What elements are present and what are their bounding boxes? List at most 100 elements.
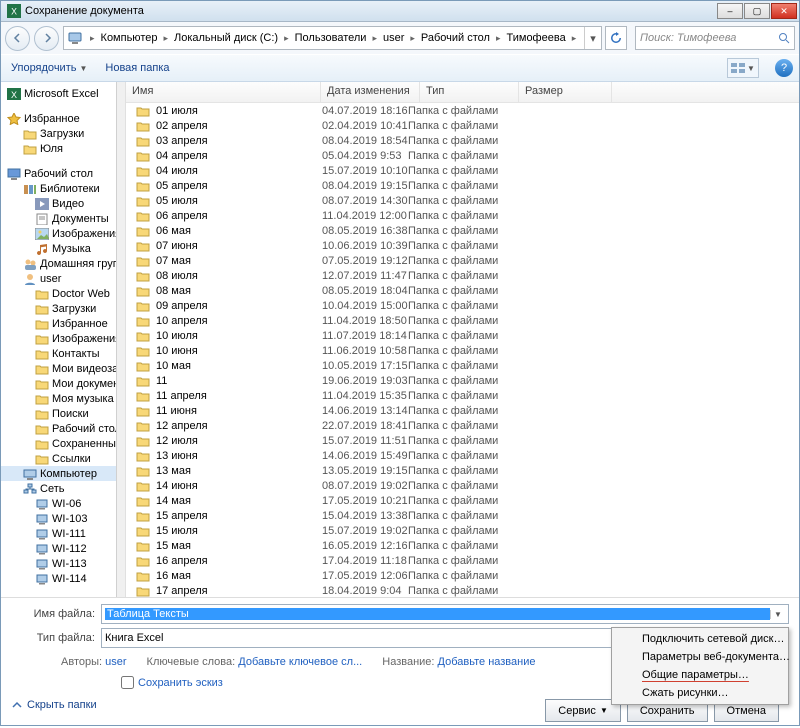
sidebar-item[interactable]: Сеть (1, 481, 125, 496)
keywords-value[interactable]: Добавьте ключевое сл... (238, 656, 362, 668)
col-size[interactable]: Размер (519, 82, 612, 102)
sidebar-item[interactable]: Музыка (1, 241, 125, 256)
forward-button[interactable] (34, 26, 59, 51)
help-button[interactable]: ? (775, 59, 793, 77)
chevron-down-icon[interactable]: ▼ (770, 610, 785, 619)
back-button[interactable] (5, 26, 30, 51)
sidebar-item[interactable]: Изображения (1, 226, 125, 241)
sidebar-item[interactable]: WI-103 (1, 511, 125, 526)
folder-row[interactable]: 07 мая07.05.2019 19:12Папка с файлами (126, 253, 799, 268)
folder-row[interactable]: 11 июня14.06.2019 13:14Папка с файлами (126, 403, 799, 418)
folder-row[interactable]: 10 мая10.05.2019 17:15Папка с файлами (126, 358, 799, 373)
minimize-button[interactable]: – (717, 3, 743, 19)
folder-row[interactable]: 13 июня14.06.2019 15:49Папка с файлами (126, 448, 799, 463)
save-thumbnail-checkbox[interactable] (121, 676, 134, 689)
sidebar-item[interactable]: Мои документы (1, 376, 125, 391)
folder-row[interactable]: 15 мая16.05.2019 12:16Папка с файлами (126, 538, 799, 553)
sidebar-item[interactable]: WI-111 (1, 526, 125, 541)
folder-row[interactable]: 05 июля08.07.2019 14:30Папка с файлами (126, 193, 799, 208)
sidebar-item[interactable]: Видео (1, 196, 125, 211)
sidebar-item[interactable]: Юля (1, 141, 125, 156)
folder-row[interactable]: 15 апреля15.04.2019 13:38Папка с файлами (126, 508, 799, 523)
folder-row[interactable]: 10 июня11.06.2019 10:58Папка с файлами (126, 343, 799, 358)
sidebar-item[interactable]: Рабочий стол (1, 421, 125, 436)
folder-row[interactable]: 08 июля12.07.2019 11:47Папка с файлами (126, 268, 799, 283)
folder-row[interactable]: 15 июля15.07.2019 19:02Папка с файлами (126, 523, 799, 538)
breadcrumb-item[interactable]: Рабочий стол (419, 32, 492, 44)
sidebar-item[interactable]: Моя музыка (1, 391, 125, 406)
folder-row[interactable]: 06 апреля11.04.2019 12:00Папка с файлами (126, 208, 799, 223)
context-menu-item[interactable]: Общие параметры… (614, 666, 786, 684)
sidebar-item[interactable]: Контакты (1, 346, 125, 361)
doctitle-value[interactable]: Добавьте название (438, 656, 536, 668)
sidebar-item[interactable]: Избранное (1, 111, 125, 126)
maximize-button[interactable]: ▢ (744, 3, 770, 19)
search-input[interactable]: Поиск: Тимофеева (635, 26, 795, 50)
breadcrumb-item[interactable]: user (381, 32, 406, 44)
sidebar-item[interactable]: user (1, 271, 125, 286)
sidebar-item[interactable]: Doctor Web (1, 286, 125, 301)
folder-row[interactable]: 04 апреля05.04.2019 9:53Папка с файлами (126, 148, 799, 163)
sidebar-item[interactable]: Изображения (1, 331, 125, 346)
folder-row[interactable]: 13 мая13.05.2019 19:15Папка с файлами (126, 463, 799, 478)
folder-row[interactable]: 08 мая08.05.2019 18:04Папка с файлами (126, 283, 799, 298)
col-type[interactable]: Тип (420, 82, 519, 102)
folder-row[interactable]: 1119.06.2019 19:03Папка с файлами (126, 373, 799, 388)
folder-row[interactable]: 03 апреля08.04.2019 18:54Папка с файлами (126, 133, 799, 148)
folder-row[interactable]: 06 мая08.05.2019 16:38Папка с файлами (126, 223, 799, 238)
col-date[interactable]: Дата изменения (321, 82, 420, 102)
sidebar-scrollbar[interactable] (116, 82, 125, 597)
folder-row[interactable]: 12 июля15.07.2019 11:51Папка с файлами (126, 433, 799, 448)
hide-panes-button[interactable]: Скрыть папки (11, 699, 97, 711)
sidebar-item[interactable]: Мои видеозапи (1, 361, 125, 376)
folder-row[interactable]: 16 мая17.05.2019 12:06Папка с файлами (126, 568, 799, 583)
sidebar-item[interactable]: Загрузки (1, 126, 125, 141)
folder-row[interactable]: 04 июля15.07.2019 10:10Папка с файлами (126, 163, 799, 178)
sidebar-item[interactable]: WI-113 (1, 556, 125, 571)
folder-row[interactable]: 14 мая17.05.2019 10:21Папка с файлами (126, 493, 799, 508)
sidebar-item[interactable]: Рабочий стол (1, 166, 125, 181)
sidebar-item[interactable]: Сохраненные и (1, 436, 125, 451)
breadcrumb-item[interactable]: Локальный диск (C:) (172, 32, 280, 44)
folder-row[interactable]: 11 апреля11.04.2019 15:35Папка с файлами (126, 388, 799, 403)
breadcrumb-dropdown[interactable]: ▾ (584, 27, 601, 49)
folder-row[interactable]: 02 апреля02.04.2019 10:41Папка с файлами (126, 118, 799, 133)
breadcrumb-item[interactable]: Тимофеева (505, 32, 568, 44)
context-menu-item[interactable]: Сжать рисунки… (614, 684, 786, 702)
sidebar-item[interactable]: WI-114 (1, 571, 125, 586)
folder-row[interactable]: 10 июля11.07.2019 18:14Папка с файлами (126, 328, 799, 343)
folder-row[interactable]: 05 апреля08.04.2019 19:15Папка с файлами (126, 178, 799, 193)
sidebar-item[interactable]: Ссылки (1, 451, 125, 466)
folder-row[interactable]: 16 апреля17.04.2019 11:18Папка с файлами (126, 553, 799, 568)
refresh-button[interactable] (605, 26, 627, 50)
sidebar-item[interactable]: WI-112 (1, 541, 125, 556)
sidebar-item[interactable]: Компьютер (1, 466, 125, 481)
breadcrumb-item[interactable]: Пользователи (293, 32, 369, 44)
authors-value[interactable]: user (105, 656, 126, 668)
context-menu-item[interactable]: Подключить сетевой диск… (614, 630, 786, 648)
sidebar-item[interactable]: Домашняя групп (1, 256, 125, 271)
file-list[interactable]: 01 июля04.07.2019 18:16Папка с файлами02… (126, 103, 799, 597)
sidebar-item[interactable]: Избранное (1, 316, 125, 331)
sidebar-item[interactable]: WI-06 (1, 496, 125, 511)
folder-row[interactable]: 10 апреля11.04.2019 18:50Папка с файлами (126, 313, 799, 328)
folder-row[interactable]: 01 июля04.07.2019 18:16Папка с файлами (126, 103, 799, 118)
organize-button[interactable]: Упорядочить▼ (7, 60, 91, 76)
new-folder-button[interactable]: Новая папка (101, 60, 173, 76)
filename-input[interactable]: Таблица Тексты ▼ (101, 604, 789, 624)
folder-row[interactable]: 17 апреля18.04.2019 9:04Папка с файлами (126, 583, 799, 597)
folder-row[interactable]: 09 апреля10.04.2019 15:00Папка с файлами (126, 298, 799, 313)
breadcrumb[interactable]: ▸Компьютер▸Локальный диск (C:)▸Пользоват… (63, 26, 602, 50)
sidebar-item[interactable]: Поиски (1, 406, 125, 421)
folder-row[interactable]: 14 июня08.07.2019 19:02Папка с файлами (126, 478, 799, 493)
sidebar-item[interactable]: Библиотеки (1, 181, 125, 196)
context-menu-item[interactable]: Параметры веб-документа… (614, 648, 786, 666)
col-name[interactable]: Имя (126, 82, 321, 102)
sidebar-item[interactable]: XMicrosoft Excel (1, 86, 125, 101)
tools-button[interactable]: Сервис▼ (545, 699, 621, 722)
sidebar-item[interactable]: Документы (1, 211, 125, 226)
folder-row[interactable]: 07 июня10.06.2019 10:39Папка с файлами (126, 238, 799, 253)
close-button[interactable]: ✕ (771, 3, 797, 19)
view-button[interactable]: ▼ (727, 58, 759, 78)
folder-row[interactable]: 12 апреля22.07.2019 18:41Папка с файлами (126, 418, 799, 433)
